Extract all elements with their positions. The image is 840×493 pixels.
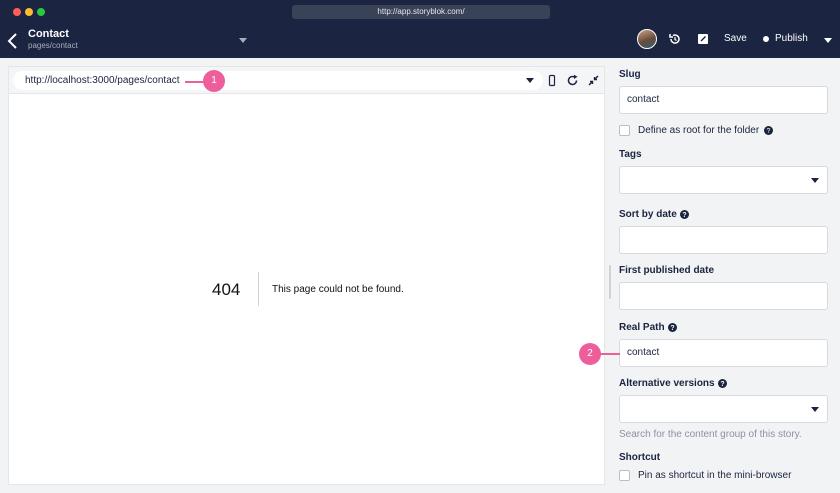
caret-down-icon[interactable] — [823, 37, 833, 45]
collapse-icon[interactable] — [587, 74, 600, 87]
divider — [258, 272, 259, 306]
callout-line — [600, 353, 620, 355]
preview-url-text: http://localhost:3000/pages/contact — [25, 75, 180, 86]
callout-line — [185, 81, 205, 83]
define-root-row[interactable]: Define as root for the folder ? — [619, 125, 774, 136]
sort-by-date-input[interactable] — [619, 226, 828, 254]
help-icon[interactable]: ? — [717, 379, 727, 388]
save-button[interactable]: Save — [724, 33, 747, 44]
story-title: Contact — [28, 28, 69, 40]
user-avatar[interactable] — [637, 29, 657, 49]
help-icon[interactable]: ? — [764, 126, 774, 135]
refresh-icon[interactable] — [566, 74, 579, 87]
preview-toolbar: http://localhost:3000/pages/contact — [9, 67, 604, 94]
tags-select[interactable] — [619, 166, 828, 194]
callout-badge-1: 1 — [203, 70, 225, 92]
slug-label: Slug — [619, 69, 641, 80]
chevron-left-icon[interactable] — [6, 32, 20, 50]
caret-down-icon — [811, 407, 819, 412]
preview-url-field[interactable]: http://localhost:3000/pages/contact — [13, 71, 543, 90]
svg-text:?: ? — [682, 212, 686, 219]
caret-down-icon[interactable] — [238, 37, 248, 45]
app-header: Contact pages/contact Save Publish — [0, 24, 840, 58]
pin-shortcut-row[interactable]: Pin as shortcut in the mini-browser — [619, 470, 791, 481]
first-published-input[interactable] — [619, 282, 828, 310]
callout-badge-2: 2 — [579, 343, 601, 365]
first-published-label: First published date — [619, 265, 715, 276]
publish-button[interactable]: Publish — [763, 33, 808, 44]
svg-text:?: ? — [670, 325, 674, 332]
maximize-window-button[interactable] — [37, 8, 45, 16]
error-code: 404 — [212, 280, 241, 299]
svg-text:?: ? — [767, 128, 771, 135]
real-path-label: Real Path ? — [619, 322, 677, 333]
config-panel: Slug contact Define as root for the fold… — [612, 58, 840, 493]
status-dot-icon — [763, 35, 769, 42]
alternative-versions-label: Alternative versions ? — [619, 378, 727, 389]
tags-label: Tags — [619, 149, 642, 160]
alternative-versions-select[interactable] — [619, 395, 828, 423]
help-icon[interactable]: ? — [679, 210, 689, 219]
sort-by-date-label: Sort by date ? — [619, 209, 689, 220]
help-icon[interactable]: ? — [667, 323, 677, 332]
publish-label: Publish — [775, 33, 808, 44]
define-root-checkbox[interactable] — [619, 125, 630, 136]
story-path: pages/contact — [28, 41, 78, 50]
svg-text:?: ? — [720, 381, 724, 388]
close-window-button[interactable] — [13, 8, 21, 16]
pane-resize-handle[interactable] — [609, 265, 611, 299]
alternative-versions-hint: Search for the content group of this sto… — [619, 429, 802, 440]
slug-input[interactable]: contact — [619, 86, 828, 114]
minimize-window-button[interactable] — [25, 8, 33, 16]
window-titlebar: http://app.storyblok.com/ — [0, 0, 840, 24]
browser-address-bar[interactable]: http://app.storyblok.com/ — [292, 5, 550, 19]
open-in-new-icon[interactable] — [696, 32, 710, 46]
real-path-input[interactable]: contact — [619, 339, 828, 367]
caret-down-icon[interactable] — [525, 77, 535, 84]
error-message: This page could not be found. — [272, 284, 404, 295]
mobile-view-icon[interactable] — [547, 74, 557, 87]
caret-down-icon — [811, 178, 819, 183]
pin-shortcut-checkbox[interactable] — [619, 470, 630, 481]
shortcut-label: Shortcut — [619, 452, 661, 463]
history-icon[interactable] — [668, 32, 682, 46]
preview-pane: http://localhost:3000/pages/contact 1 40… — [8, 66, 605, 485]
